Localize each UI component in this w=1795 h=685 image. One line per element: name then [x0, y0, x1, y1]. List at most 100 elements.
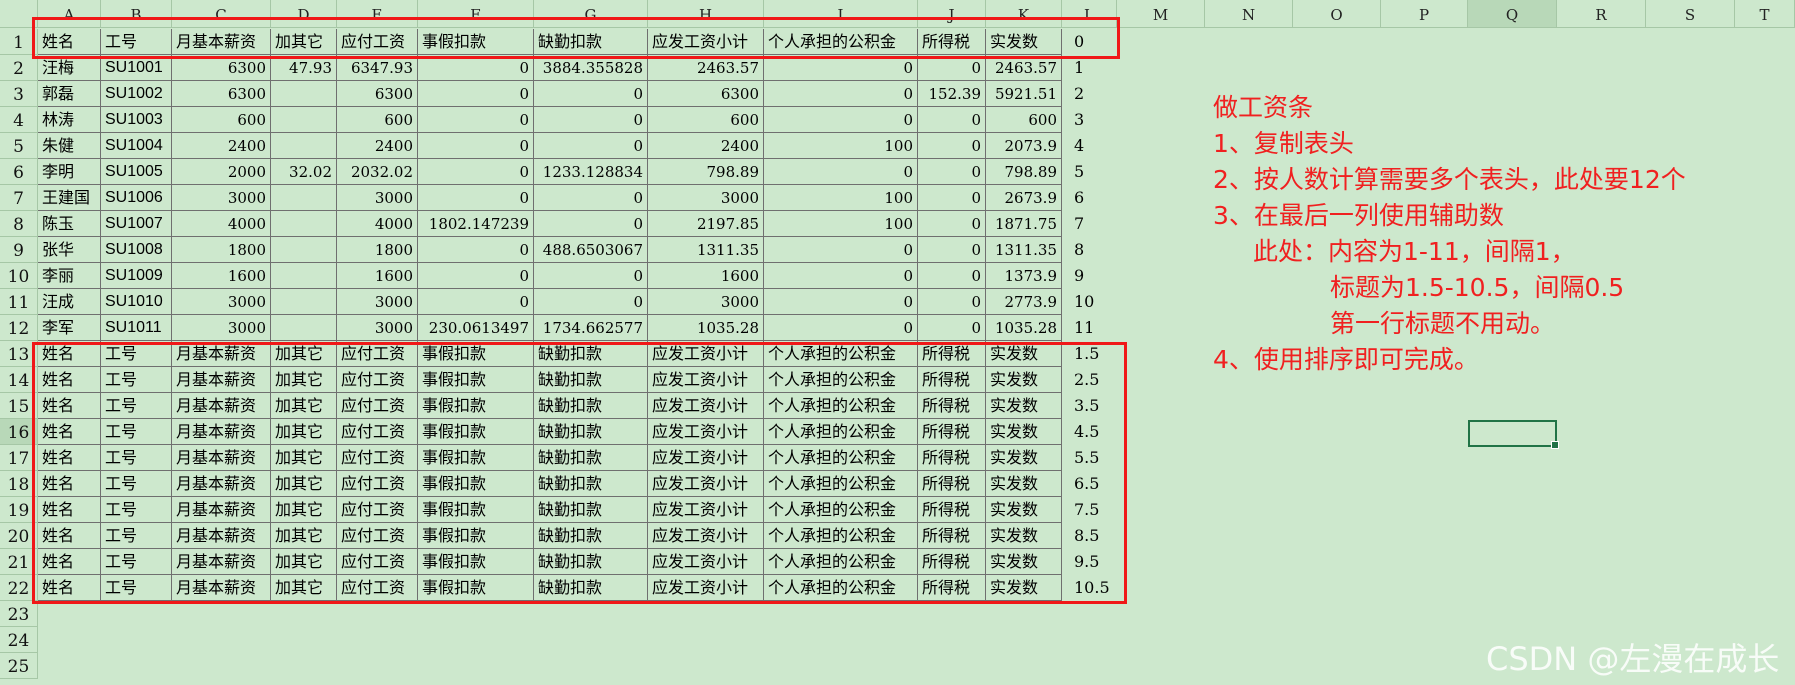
header-cell-k17[interactable]: 实发数	[986, 445, 1062, 471]
header-cell-f13[interactable]: 事假扣款	[418, 341, 534, 367]
data-cell-k10[interactable]: 1373.9	[986, 263, 1062, 289]
aux-cell-l5[interactable]: 4	[1062, 133, 1117, 159]
header-cell-i22[interactable]: 个人承担的公积金	[764, 575, 918, 601]
row-header-19[interactable]: 19	[0, 497, 38, 523]
data-cell-j12[interactable]: 0	[918, 315, 986, 341]
header-cell-e15[interactable]: 应付工资	[337, 393, 418, 419]
header-cell-a13[interactable]: 姓名	[38, 341, 101, 367]
header-cell-h13[interactable]: 应发工资小计	[648, 341, 764, 367]
data-cell-f4[interactable]: 0	[418, 107, 534, 133]
data-cell-i8[interactable]: 100	[764, 211, 918, 237]
header-cell-d19[interactable]: 加其它	[271, 497, 337, 523]
data-cell-b2[interactable]: SU1001	[101, 55, 172, 81]
data-cell-i4[interactable]: 0	[764, 107, 918, 133]
data-cell-e7[interactable]: 3000	[337, 185, 418, 211]
header-cell-i16[interactable]: 个人承担的公积金	[764, 419, 918, 445]
header-cell-c16[interactable]: 月基本薪资	[172, 419, 271, 445]
header-cell-i13[interactable]: 个人承担的公积金	[764, 341, 918, 367]
header-cell-f18[interactable]: 事假扣款	[418, 471, 534, 497]
header-cell-c14[interactable]: 月基本薪资	[172, 367, 271, 393]
row-header-3[interactable]: 3	[0, 81, 38, 107]
aux-cell-l6[interactable]: 5	[1062, 159, 1117, 185]
data-cell-d12[interactable]	[271, 315, 337, 341]
header-cell-e1[interactable]: 应付工资	[337, 29, 418, 55]
column-header-o[interactable]: O	[1293, 0, 1381, 28]
header-cell-i18[interactable]: 个人承担的公积金	[764, 471, 918, 497]
row-header-13[interactable]: 13	[0, 341, 38, 367]
aux-cell-l4[interactable]: 3	[1062, 107, 1117, 133]
data-cell-h8[interactable]: 2197.85	[648, 211, 764, 237]
data-cell-e10[interactable]: 1600	[337, 263, 418, 289]
aux-cell-l13[interactable]: 1.5	[1062, 341, 1117, 367]
row-header-8[interactable]: 8	[0, 211, 38, 237]
data-cell-b5[interactable]: SU1004	[101, 133, 172, 159]
data-cell-f8[interactable]: 1802.147239	[418, 211, 534, 237]
header-cell-f22[interactable]: 事假扣款	[418, 575, 534, 601]
column-header-b[interactable]: B	[101, 0, 172, 28]
header-cell-i14[interactable]: 个人承担的公积金	[764, 367, 918, 393]
header-cell-j20[interactable]: 所得税	[918, 523, 986, 549]
data-cell-b4[interactable]: SU1003	[101, 107, 172, 133]
row-header-6[interactable]: 6	[0, 159, 38, 185]
header-cell-c1[interactable]: 月基本薪资	[172, 29, 271, 55]
row-header-9[interactable]: 9	[0, 237, 38, 263]
data-cell-i2[interactable]: 0	[764, 55, 918, 81]
row-header-5[interactable]: 5	[0, 133, 38, 159]
header-cell-j21[interactable]: 所得税	[918, 549, 986, 575]
header-cell-c15[interactable]: 月基本薪资	[172, 393, 271, 419]
header-cell-g22[interactable]: 缺勤扣款	[534, 575, 648, 601]
data-cell-i6[interactable]: 0	[764, 159, 918, 185]
data-cell-j6[interactable]: 0	[918, 159, 986, 185]
data-cell-a4[interactable]: 林涛	[38, 107, 101, 133]
header-cell-k16[interactable]: 实发数	[986, 419, 1062, 445]
header-cell-h14[interactable]: 应发工资小计	[648, 367, 764, 393]
header-cell-i19[interactable]: 个人承担的公积金	[764, 497, 918, 523]
column-header-p[interactable]: P	[1381, 0, 1468, 28]
data-cell-h7[interactable]: 3000	[648, 185, 764, 211]
aux-cell-l3[interactable]: 2	[1062, 81, 1117, 107]
header-cell-b14[interactable]: 工号	[101, 367, 172, 393]
data-cell-j9[interactable]: 0	[918, 237, 986, 263]
data-cell-b7[interactable]: SU1006	[101, 185, 172, 211]
data-cell-d6[interactable]: 32.02	[271, 159, 337, 185]
data-cell-d9[interactable]	[271, 237, 337, 263]
header-cell-k18[interactable]: 实发数	[986, 471, 1062, 497]
header-cell-g17[interactable]: 缺勤扣款	[534, 445, 648, 471]
row-header-1[interactable]: 1	[0, 29, 38, 55]
header-cell-g13[interactable]: 缺勤扣款	[534, 341, 648, 367]
aux-cell-l15[interactable]: 3.5	[1062, 393, 1117, 419]
data-cell-j4[interactable]: 0	[918, 107, 986, 133]
header-cell-b16[interactable]: 工号	[101, 419, 172, 445]
data-cell-e2[interactable]: 6347.93	[337, 55, 418, 81]
data-cell-e4[interactable]: 600	[337, 107, 418, 133]
column-header-d[interactable]: D	[271, 0, 337, 28]
header-cell-k21[interactable]: 实发数	[986, 549, 1062, 575]
header-cell-d17[interactable]: 加其它	[271, 445, 337, 471]
header-cell-g16[interactable]: 缺勤扣款	[534, 419, 648, 445]
header-cell-j19[interactable]: 所得税	[918, 497, 986, 523]
aux-cell-l10[interactable]: 9	[1062, 263, 1117, 289]
row-header-23[interactable]: 23	[0, 601, 38, 627]
data-cell-b9[interactable]: SU1008	[101, 237, 172, 263]
data-cell-f5[interactable]: 0	[418, 133, 534, 159]
header-cell-b1[interactable]: 工号	[101, 29, 172, 55]
data-cell-k3[interactable]: 5921.51	[986, 81, 1062, 107]
data-cell-h9[interactable]: 1311.35	[648, 237, 764, 263]
data-cell-d5[interactable]	[271, 133, 337, 159]
column-header-n[interactable]: N	[1205, 0, 1293, 28]
header-cell-j16[interactable]: 所得税	[918, 419, 986, 445]
header-cell-a15[interactable]: 姓名	[38, 393, 101, 419]
data-cell-i10[interactable]: 0	[764, 263, 918, 289]
data-cell-e9[interactable]: 1800	[337, 237, 418, 263]
header-cell-e17[interactable]: 应付工资	[337, 445, 418, 471]
column-header-j[interactable]: J	[918, 0, 986, 28]
header-cell-e18[interactable]: 应付工资	[337, 471, 418, 497]
data-cell-k8[interactable]: 1871.75	[986, 211, 1062, 237]
header-cell-j18[interactable]: 所得税	[918, 471, 986, 497]
select-all-corner[interactable]	[0, 0, 38, 28]
data-cell-c2[interactable]: 6300	[172, 55, 271, 81]
header-cell-e16[interactable]: 应付工资	[337, 419, 418, 445]
data-cell-f11[interactable]: 0	[418, 289, 534, 315]
header-cell-k1[interactable]: 实发数	[986, 29, 1062, 55]
row-header-10[interactable]: 10	[0, 263, 38, 289]
